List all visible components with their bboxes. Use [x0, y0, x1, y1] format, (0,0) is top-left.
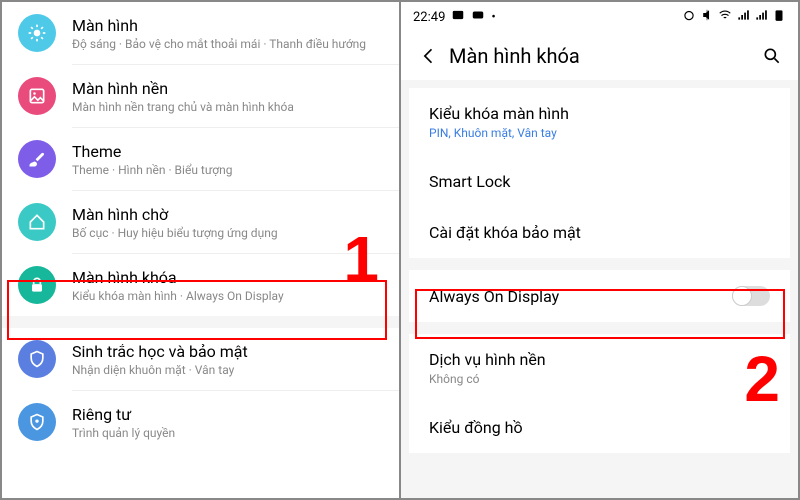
- sun-icon: [18, 14, 56, 52]
- row-sub: PIN, Khuôn mặt, Vân tay: [429, 126, 770, 140]
- aod-toggle[interactable]: [732, 286, 770, 306]
- settings-item-title: Màn hình: [72, 16, 383, 35]
- status-bar: 22:49 •: [401, 2, 798, 32]
- settings-item-title: Sinh trắc học và bảo mật: [72, 342, 383, 361]
- battery-icon: [772, 8, 786, 26]
- settings-item-theme[interactable]: Theme Theme · Hình nền · Biểu tượng: [2, 128, 399, 190]
- row-smart-lock[interactable]: Smart Lock: [409, 156, 790, 207]
- privacy-icon: [18, 403, 56, 441]
- alarm-icon: [682, 8, 696, 26]
- settings-item-sub: Theme · Hình nền · Biểu tượng: [72, 163, 383, 177]
- row-lock-type[interactable]: Kiểu khóa màn hình PIN, Khuôn mặt, Vân t…: [409, 88, 790, 156]
- page-title: Màn hình khóa: [449, 44, 762, 68]
- row-title: Smart Lock: [429, 172, 770, 191]
- image-icon: [18, 77, 56, 115]
- settings-item-title: Màn hình nền: [72, 79, 383, 98]
- youtube-icon: [471, 8, 485, 26]
- settings-item-title: Riêng tư: [72, 405, 383, 424]
- toggle-knob: [732, 286, 752, 306]
- page-header: Màn hình khóa: [401, 32, 798, 80]
- lockscreen-settings-pane: 22:49 • Màn hình khóa Kiểu khóa màn hình…: [401, 2, 798, 498]
- row-sub: Không có: [429, 372, 770, 386]
- settings-item-sub: Màn hình nền trang chủ và màn hình khóa: [72, 100, 383, 114]
- row-wallpaper-service[interactable]: Dịch vụ hình nền Không có: [409, 334, 790, 402]
- mute-icon: [700, 8, 714, 26]
- row-clock-style[interactable]: Kiểu đồng hồ: [409, 402, 790, 453]
- wifi-icon: [718, 8, 732, 26]
- row-title: Kiểu đồng hồ: [429, 418, 770, 437]
- search-button[interactable]: [762, 46, 782, 66]
- row-title: Always On Display: [429, 287, 559, 306]
- settings-item-display[interactable]: Màn hình Độ sáng · Bảo vệ cho mắt thoải …: [2, 2, 399, 64]
- messages-icon: [451, 8, 465, 26]
- lock-icon: [18, 266, 56, 304]
- home-icon: [18, 203, 56, 241]
- settings-item-sub: Trình quản lý quyền: [72, 426, 383, 440]
- brush-icon: [18, 140, 56, 178]
- shield-icon: [18, 340, 56, 378]
- settings-item-lockscreen[interactable]: Màn hình khóa Kiểu khóa màn hình · Alway…: [2, 254, 399, 316]
- dot-icon: •: [491, 10, 495, 25]
- row-title: Cài đặt khóa bảo mật: [429, 223, 770, 242]
- settings-item-wallpaper[interactable]: Màn hình nền Màn hình nền trang chủ và m…: [2, 65, 399, 127]
- settings-item-privacy[interactable]: Riêng tư Trình quản lý quyền: [2, 391, 399, 453]
- settings-list-pane: Màn hình Độ sáng · Bảo vệ cho mắt thoải …: [2, 2, 399, 498]
- settings-item-homescreen[interactable]: Màn hình chờ Bố cục · Huy hiệu biểu tượn…: [2, 191, 399, 253]
- settings-item-biometrics[interactable]: Sinh trắc học và bảo mật Nhận diện khuôn…: [2, 328, 399, 390]
- settings-item-sub: Kiểu khóa màn hình · Always On Display: [72, 289, 383, 303]
- signal-icon: [736, 8, 750, 26]
- row-secure-lock[interactable]: Cài đặt khóa bảo mật: [409, 207, 790, 258]
- signal-icon: [754, 8, 768, 26]
- settings-item-sub: Bố cục · Huy hiệu biểu tượng ứng dụng: [72, 226, 383, 240]
- row-always-on-display[interactable]: Always On Display: [409, 270, 790, 322]
- settings-item-title: Màn hình chờ: [72, 205, 383, 224]
- back-button[interactable]: [417, 44, 441, 68]
- status-time: 22:49: [413, 10, 445, 25]
- settings-item-title: Màn hình khóa: [72, 268, 383, 287]
- settings-item-title: Theme: [72, 142, 383, 161]
- row-title: Dịch vụ hình nền: [429, 350, 770, 369]
- settings-item-sub: Độ sáng · Bảo vệ cho mắt thoải mái · Tha…: [72, 37, 383, 51]
- settings-item-sub: Nhận diện khuôn mặt · Vân tay: [72, 363, 383, 377]
- row-title: Kiểu khóa màn hình: [429, 104, 770, 123]
